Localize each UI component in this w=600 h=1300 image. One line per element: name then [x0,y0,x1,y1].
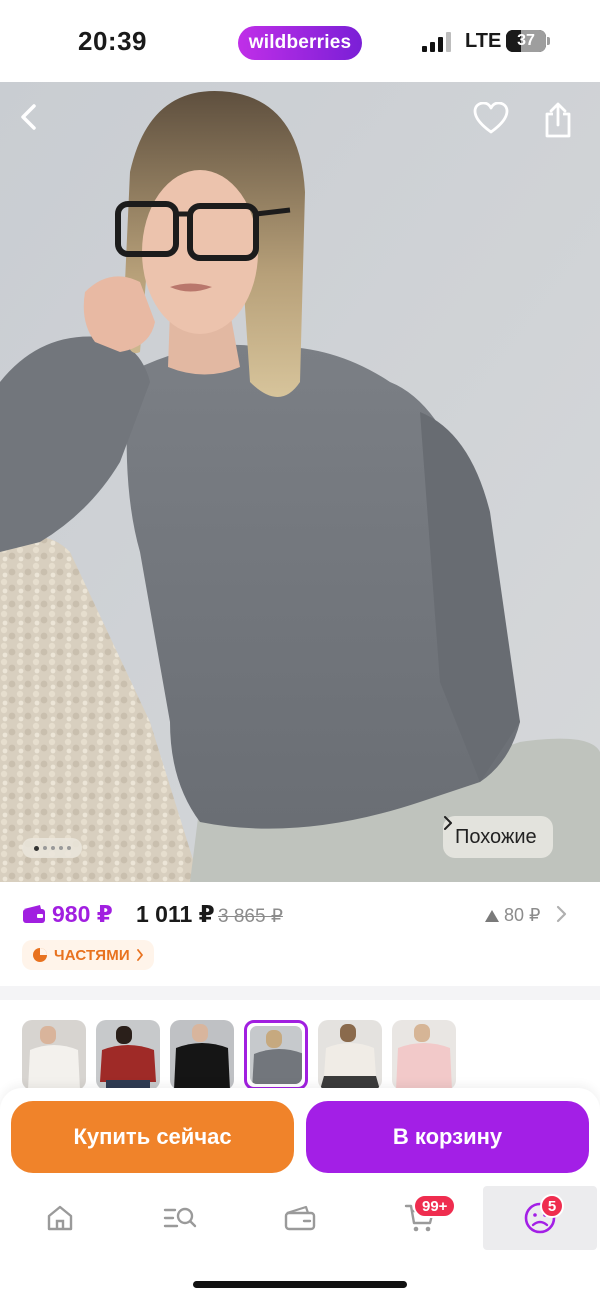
section-divider [0,986,600,1000]
similar-label: Похожие [455,825,537,848]
cart-count-badge: 99+ [413,1194,457,1218]
pagination-dot [33,845,39,851]
color-variants [0,1000,600,1100]
installment-badge[interactable]: ЧАСТЯМИ [22,940,154,970]
battery-icon: 37 [506,30,546,52]
share-icon [545,102,571,138]
old-price: 3 865 ₽ [218,906,283,927]
pagination-dot [42,846,47,850]
pagination-dot [50,846,55,850]
variant-thumbnail-pink[interactable] [392,1020,456,1090]
network-type: LTE [465,30,502,52]
variant-thumbnail-light[interactable] [318,1020,382,1090]
chevron-left-icon [21,104,36,130]
chevron-right-icon [444,816,452,830]
pagination-dot [58,846,63,850]
profile-notification-badge: 5 [540,1194,564,1218]
favorite-button[interactable] [473,102,517,146]
search-catalog-icon [163,1207,197,1228]
battery-percent: 37 [517,32,535,49]
wallet-price: 980 ₽ [52,901,113,927]
wildberries-pill[interactable]: wildberries [238,26,362,60]
wallet-icon [23,905,45,923]
status-time: 20:39 [78,26,147,56]
purchase-actions: Купить сейчас В корзину [0,1088,600,1186]
variant-thumbnail-red[interactable] [96,1020,160,1090]
price-section: 980 ₽ 1 011 ₽ 3 865 ₽ 80 ₽ ЧАСТЯМИ [0,882,600,986]
image-pagination-dots [22,838,82,858]
product-image[interactable]: Похожие [0,82,600,882]
pagination-dot [66,846,71,850]
bottom-tab-bar: 99+ 5 [0,1186,600,1256]
tab-wallet[interactable] [243,1186,357,1250]
chevron-right-icon[interactable] [555,905,567,923]
installment-label: ЧАСТЯМИ [54,946,130,964]
add-to-cart-button[interactable]: В корзину [306,1101,589,1173]
product-photo-illustration [0,82,600,882]
variant-thumbnail-black[interactable] [170,1020,234,1090]
regular-price: 1 011 ₽ [136,901,215,927]
tab-cart[interactable]: 99+ [363,1186,477,1250]
tab-catalog-search[interactable] [123,1186,237,1250]
buy-now-button[interactable]: Купить сейчас [11,1101,294,1173]
battery-tip [547,37,550,45]
price-difference-value: 80 ₽ [504,905,541,925]
variant-thumbnail-white[interactable] [22,1020,86,1090]
tab-home[interactable] [3,1186,117,1250]
similar-products-button[interactable]: Похожие [443,816,553,858]
back-button[interactable] [14,102,58,146]
home-indicator[interactable] [193,1281,407,1288]
price-difference[interactable]: 80 ₽ [484,905,540,926]
pie-chart-icon [33,948,47,962]
cellular-signal-icon [422,32,454,52]
chevron-right-icon [136,949,143,961]
share-button[interactable] [543,102,587,146]
home-icon [47,1205,73,1231]
variant-thumbnail-gray[interactable] [244,1020,308,1090]
triangle-up-icon [485,909,499,922]
status-bar: 20:39 wildberries LTE 37 [0,0,600,82]
heart-icon [473,102,509,134]
wallet-icon [284,1205,316,1231]
tab-profile[interactable]: 5 [483,1186,597,1250]
